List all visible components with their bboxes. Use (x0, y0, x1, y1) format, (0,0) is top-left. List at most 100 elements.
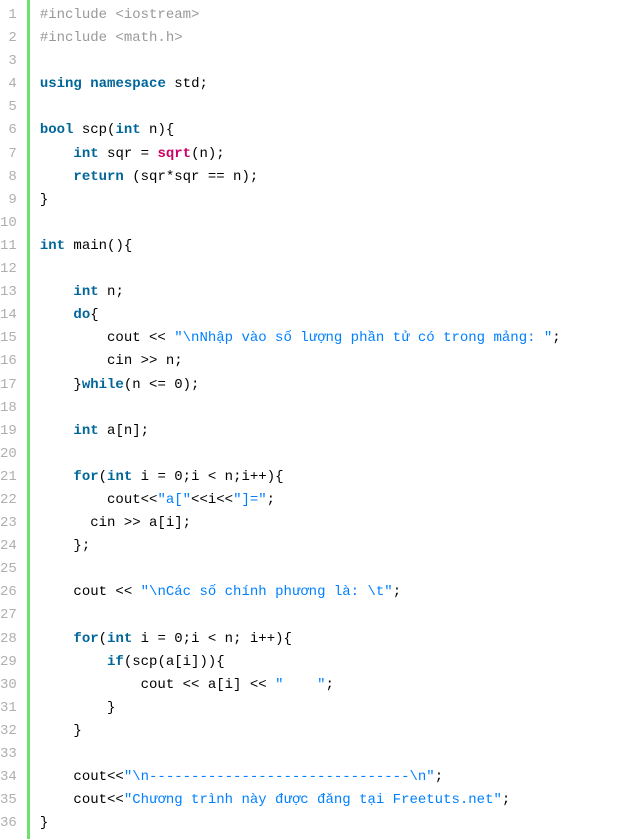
code-line: int sqr = sqrt(n); (40, 143, 622, 166)
code-token: cout << (40, 584, 141, 600)
code-line: cout<<"a["<<i<<"]="; (40, 489, 622, 512)
code-line: for(int i = 0;i < n; i++){ (40, 628, 622, 651)
line-number: 33 (0, 743, 19, 766)
line-number: 25 (0, 558, 19, 581)
code-line: } (40, 189, 622, 212)
code-line (40, 96, 622, 119)
code-token (40, 307, 74, 323)
code-line: } (40, 720, 622, 743)
code-token (40, 654, 107, 670)
code-token: namespace (90, 76, 166, 92)
code-token: (scp(a[i])){ (124, 654, 225, 670)
code-token: return (73, 169, 123, 185)
code-token: "\nCác số chính phương là: \t" (141, 584, 393, 600)
code-token: " " (275, 677, 325, 693)
line-number: 1 (0, 4, 19, 27)
code-token: cout<< (40, 792, 124, 808)
code-token: n; (99, 284, 124, 300)
code-line: } (40, 697, 622, 720)
line-number: 35 (0, 789, 19, 812)
code-token: int (115, 122, 140, 138)
code-line: do{ (40, 304, 622, 327)
line-number: 22 (0, 489, 19, 512)
code-token (82, 76, 90, 92)
line-number: 20 (0, 443, 19, 466)
code-line: cout<<"\n-------------------------------… (40, 766, 622, 789)
line-number: 26 (0, 581, 19, 604)
code-line: } (40, 812, 622, 835)
code-line (40, 443, 622, 466)
code-token: i = 0;i < n; i++){ (132, 631, 292, 647)
line-number: 8 (0, 166, 19, 189)
code-token (40, 469, 74, 485)
code-line: cin >> a[i]; (40, 512, 622, 535)
code-token: ; (435, 769, 443, 785)
code-token: } (40, 192, 48, 208)
code-line: #include <math.h> (40, 27, 622, 50)
code-token: }; (40, 538, 90, 554)
code-token: cin >> a[i]; (40, 515, 191, 531)
line-number: 18 (0, 397, 19, 420)
code-token (40, 631, 74, 647)
code-token: } (40, 815, 48, 831)
code-token: sqr = (99, 146, 158, 162)
line-number-gutter: 1234567891011121314151617181920212223242… (0, 0, 30, 839)
code-token: } (40, 700, 116, 716)
code-token: bool (40, 122, 74, 138)
line-number: 28 (0, 628, 19, 651)
line-number: 13 (0, 281, 19, 304)
line-number: 9 (0, 189, 19, 212)
code-token: ; (325, 677, 333, 693)
code-line (40, 558, 622, 581)
code-token: int (107, 469, 132, 485)
code-token: ; (393, 584, 401, 600)
code-token: ; (552, 330, 560, 346)
code-line: bool scp(int n){ (40, 119, 622, 142)
code-token: a[n]; (99, 423, 149, 439)
code-token: "\nNhập vào số lượng phần tử có trong mả… (174, 330, 552, 346)
code-token: sqrt (157, 146, 191, 162)
line-number: 23 (0, 512, 19, 535)
code-token: for (73, 631, 98, 647)
code-token: #include <math.h> (40, 30, 183, 46)
code-token: int (107, 631, 132, 647)
code-token: int (73, 423, 98, 439)
code-line: }; (40, 535, 622, 558)
code-token: ; (502, 792, 510, 808)
code-token: "Chương trình này được đăng tại Freetuts… (124, 792, 502, 808)
line-number: 27 (0, 604, 19, 627)
code-token: cout << a[i] << (40, 677, 275, 693)
line-number: 34 (0, 766, 19, 789)
line-number: 4 (0, 73, 19, 96)
line-number: 32 (0, 720, 19, 743)
code-line (40, 743, 622, 766)
code-token: "]=" (233, 492, 267, 508)
code-token: ; (267, 492, 275, 508)
code-token: n){ (141, 122, 175, 138)
line-number: 10 (0, 212, 19, 235)
code-token: (n); (191, 146, 225, 162)
code-line: int n; (40, 281, 622, 304)
code-line: #include <iostream> (40, 4, 622, 27)
code-token: #include <iostream> (40, 7, 200, 23)
line-number: 21 (0, 466, 19, 489)
code-line: cout << "\nNhập vào số lượng phần tử có … (40, 327, 622, 350)
code-line (40, 397, 622, 420)
code-line: return (sqr*sqr == n); (40, 166, 622, 189)
code-token: { (90, 307, 98, 323)
code-token: if (107, 654, 124, 670)
code-line (40, 604, 622, 627)
code-line: using namespace std; (40, 73, 622, 96)
code-token: do (73, 307, 90, 323)
code-token: ( (99, 631, 107, 647)
line-number: 30 (0, 674, 19, 697)
code-token (40, 284, 74, 300)
code-token: int (40, 238, 65, 254)
line-number: 15 (0, 327, 19, 350)
line-number: 11 (0, 235, 19, 258)
line-number: 16 (0, 350, 19, 373)
code-line (40, 212, 622, 235)
code-line (40, 258, 622, 281)
code-line: cout << a[i] << " "; (40, 674, 622, 697)
line-number: 14 (0, 304, 19, 327)
